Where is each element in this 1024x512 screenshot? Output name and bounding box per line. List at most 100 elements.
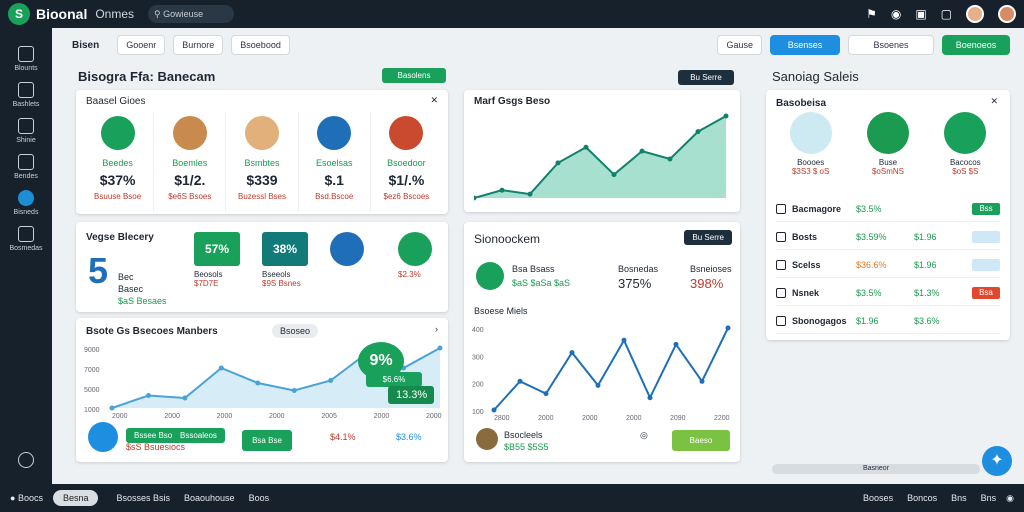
card-sub: $3S3 $ oS: [791, 167, 830, 176]
toolbar-search[interactable]: Gause: [717, 35, 762, 55]
right-scroll-bar[interactable]: Basneor: [772, 464, 980, 474]
chart3-foot-button[interactable]: Bsa Bse: [242, 430, 292, 451]
x-tick-label: 2000: [626, 415, 642, 422]
table-row[interactable]: Bacmagore $3.5% Bss: [776, 196, 1000, 222]
window-icon[interactable]: ▢: [941, 7, 952, 21]
stat-tile[interactable]: 38% Bseeols $9S Bsnes: [262, 232, 322, 302]
right-card[interactable]: Boooes $3S3 $ oS: [789, 112, 832, 192]
right-card[interactable]: Bacocos $oS $S: [944, 112, 987, 192]
sidebar: Blounts Bashlets Shinie Bendes Bisneds B…: [0, 28, 52, 484]
x-tick-label: 2000: [112, 413, 128, 420]
card-icon: [866, 112, 909, 154]
sidebar-item-1[interactable]: Bashlets: [0, 82, 52, 108]
chart-point: [291, 388, 297, 393]
table-row[interactable]: Scelss $36.6% $1.96: [776, 252, 1000, 278]
tile-foot: $7D7E: [194, 279, 219, 288]
sidebar-item-0[interactable]: Blounts: [0, 46, 52, 72]
fab-button[interactable]: ✦: [982, 446, 1012, 476]
row-icon: [776, 231, 786, 242]
stats-title: Vegse Blecery: [86, 232, 154, 243]
bottom-item-2[interactable]: Boos: [249, 493, 270, 503]
card-label: Bacocos: [949, 158, 981, 167]
chart3-tag[interactable]: Bsoseo: [272, 324, 319, 338]
row-v2: $1.3%: [914, 287, 940, 298]
bottom-pill[interactable]: Besna: [52, 490, 99, 506]
table-row[interactable]: Bosts $3.59% $1.96: [776, 224, 1000, 250]
toolbar-right-1[interactable]: Bsoenes: [848, 35, 934, 55]
x-tick-label: 2000: [374, 413, 390, 420]
stat-tile[interactable]: [330, 232, 390, 302]
settings-icon[interactable]: [18, 452, 34, 468]
table-row[interactable]: Nsnek $3.5% $1.3% Bsa: [776, 280, 1000, 306]
bottom-avatar[interactable]: ◉: [1006, 493, 1014, 504]
card-label: Buse: [878, 158, 898, 167]
chart3-foot-tag1: Bssoaleos: [172, 428, 225, 443]
stats-big: 5: [88, 250, 109, 291]
x-tick-label: 2000: [217, 413, 233, 420]
bottom-right-3[interactable]: Bns: [981, 493, 997, 503]
brand-name: Bioonal: [36, 6, 88, 22]
product-price: $1/.%: [388, 172, 425, 188]
header-action2-button[interactable]: Bu Serre: [678, 70, 734, 85]
bottom-left[interactable]: Boocs: [18, 493, 43, 503]
sidebar-item-3[interactable]: Bendes: [0, 154, 52, 180]
header-action-button[interactable]: Basolens: [382, 68, 446, 83]
stat-tile[interactable]: $2.3%: [398, 232, 458, 302]
bottom-item-1[interactable]: Boaouhouse: [184, 493, 235, 503]
sub-button[interactable]: Baeso: [672, 430, 730, 451]
chart3-foot-v2: $3.6%: [396, 432, 422, 442]
row-name: Nsnek: [792, 287, 820, 298]
sales-tab-button[interactable]: Bu Serre: [684, 230, 732, 245]
sub-foot2: $B55 $5S5: [504, 442, 549, 452]
lock-icon[interactable]: ▣: [915, 7, 926, 21]
avatar-2[interactable]: [998, 5, 1016, 23]
sidebar-item-5[interactable]: Bosmedas: [0, 226, 52, 252]
right-panel: Basobeisa ✕ Boooes $3S3 $ oS Buse $oSmNS Bac…: [766, 90, 1010, 340]
row-v1: $3.5%: [856, 203, 882, 214]
x-tick-label: 2000: [582, 415, 598, 422]
chart3-tag2: $6.6%: [366, 372, 422, 387]
avatar[interactable]: [966, 5, 984, 23]
toolbar-button-1[interactable]: Burnore: [173, 35, 224, 55]
chart3-foot-icon[interactable]: [88, 422, 118, 452]
toolbar-right-2[interactable]: Boenoeos: [942, 35, 1010, 55]
right-card[interactable]: Buse $oSmNS: [866, 112, 909, 192]
app-logo[interactable]: S: [8, 3, 30, 25]
bottom-right-2[interactable]: Bns: [951, 493, 967, 503]
toolbar-button-0[interactable]: Gooenr: [117, 35, 166, 55]
sub-foot: Bsocleels: [504, 430, 543, 440]
product-card[interactable]: Bsoedoor $1/.% $ez6 Bscoes: [371, 112, 442, 212]
product-price: $1/2.: [174, 172, 206, 188]
stat-tile[interactable]: 57% Beosols $7D7E: [194, 232, 254, 302]
toolbar: Bisen Gooenr Burnore Bsoebood Gause Bsen…: [62, 32, 1014, 58]
product-card[interactable]: Beedes $37% Bsuuse Bsoe: [82, 112, 155, 212]
power-icon[interactable]: ●: [10, 493, 18, 503]
globe-icon[interactable]: ◉: [891, 7, 901, 21]
product-name: Bsoedoor: [387, 158, 426, 168]
bottom-right-0[interactable]: Booses: [863, 493, 893, 503]
sidebar-item-2[interactable]: Shinie: [0, 118, 52, 144]
chart-point: [527, 191, 533, 197]
toolbar-button-2[interactable]: Bsoebood: [231, 35, 290, 55]
product-card[interactable]: Bsmbtes $339 Buzessl Bses: [226, 112, 299, 212]
tile-label: Beosols: [194, 270, 223, 279]
toolbar-right-0[interactable]: Bsenses: [770, 35, 840, 55]
products-panel: Baasel Gioes ✕ Beedes $37% Bsuuse Bsoe Boem…: [76, 90, 448, 214]
bottom-item-0[interactable]: Bsosses Bsis: [116, 493, 170, 503]
product-meta: Bsd.Bscoe: [315, 192, 354, 201]
sidebar-item-4[interactable]: Bisneds: [0, 190, 52, 216]
product-meta: Buzessl Bses: [237, 192, 287, 201]
row-icon: [776, 287, 786, 298]
table-row[interactable]: Sbonogagos $1.96 $3.6%: [776, 308, 1000, 334]
card-icon: [789, 112, 832, 154]
product-card[interactable]: Boemles $1/2. $e6S Bsoes: [154, 112, 227, 212]
product-card[interactable]: Esoelsas $.1 Bsd.Bscoe: [299, 112, 371, 212]
close-icon-2[interactable]: ✕: [990, 96, 998, 107]
row-v2: $1.96: [914, 259, 937, 270]
bottom-right-1[interactable]: Boncos: [907, 493, 937, 503]
top-search[interactable]: ⚲ Gowieuse: [148, 5, 235, 23]
bell-icon[interactable]: ⚑: [866, 7, 877, 21]
close-icon[interactable]: ✕: [430, 95, 438, 106]
toolbar-label: Bisen: [72, 39, 100, 51]
chevron-right-icon[interactable]: ›: [435, 324, 438, 334]
